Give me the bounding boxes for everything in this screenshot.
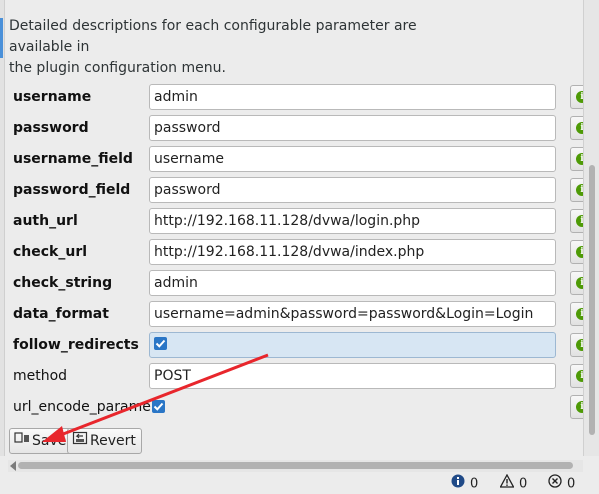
auth-url-input[interactable]: http://192.168.11.128/dvwa/login.php <box>149 208 556 234</box>
description-text: Detailed descriptions for each configura… <box>9 16 479 79</box>
param-row-password: password password i <box>0 113 594 144</box>
param-row-username: username admin i <box>0 82 594 113</box>
warning-icon <box>499 473 515 494</box>
password-field-input[interactable]: password <box>149 177 556 203</box>
param-row-url-encode: url_encode_parame i <box>0 392 594 423</box>
param-row-password-field: password_field password i <box>0 175 594 206</box>
username-field-input[interactable]: username <box>149 146 556 172</box>
check-string-input[interactable]: admin <box>149 270 556 296</box>
status-bar: 0 0 0 <box>0 473 599 494</box>
horizontal-scrollbar[interactable] <box>8 460 583 472</box>
param-row-follow-redirects: follow_redirects i <box>0 330 594 361</box>
param-label: data_format <box>13 306 109 322</box>
checkmark-icon <box>153 402 164 411</box>
param-label: check_string <box>13 275 113 291</box>
param-label: check_url <box>13 244 88 260</box>
data-format-input[interactable]: username=admin&password=password&Login=L… <box>149 301 556 327</box>
param-label: follow_redirects <box>13 337 139 353</box>
revert-icon <box>72 429 88 453</box>
description-line-1: Detailed descriptions for each configura… <box>9 18 417 55</box>
checkmark-icon <box>155 339 166 348</box>
param-label: url_encode_parame <box>13 399 151 415</box>
username-input[interactable]: admin <box>149 84 556 110</box>
warning-count: 0 <box>499 473 528 494</box>
scroll-left-arrow-icon[interactable] <box>10 461 16 471</box>
param-label: username <box>13 89 92 105</box>
method-input[interactable]: POST <box>149 363 556 389</box>
vertical-scrollbar[interactable] <box>583 0 599 456</box>
follow-redirects-checkbox[interactable] <box>154 337 167 350</box>
param-label: password_field <box>13 182 131 198</box>
param-row-method: method POST i <box>0 361 594 392</box>
param-row-check-url: check_url http://192.168.11.128/dvwa/ind… <box>0 237 594 268</box>
param-label: auth_url <box>13 213 78 229</box>
error-count: 0 <box>548 474 575 492</box>
param-label: username_field <box>13 151 133 167</box>
save-icon <box>14 429 30 453</box>
description-line-2: the plugin configuration menu. <box>9 60 226 76</box>
url-encode-checkbox[interactable] <box>152 400 165 413</box>
param-row-check-string: check_string admin i <box>0 268 594 299</box>
vertical-scrollbar-thumb[interactable] <box>589 165 595 435</box>
focus-marker <box>0 18 3 58</box>
param-label: method <box>13 368 68 384</box>
plugin-config-panel: Detailed descriptions for each configura… <box>0 0 594 456</box>
info-count-value: 0 <box>470 476 479 492</box>
param-row-auth-url: auth_url http://192.168.11.128/dvwa/logi… <box>0 206 594 237</box>
check-url-input[interactable]: http://192.168.11.128/dvwa/index.php <box>149 239 556 265</box>
warning-count-value: 0 <box>519 476 528 492</box>
error-icon <box>548 474 562 494</box>
save-button-label: Save <box>32 433 67 449</box>
save-button[interactable]: Save <box>9 428 73 454</box>
revert-button[interactable]: Revert <box>67 428 142 454</box>
param-row-username-field: username_field username i <box>0 144 594 175</box>
horizontal-scrollbar-thumb[interactable] <box>18 462 573 469</box>
param-label: password <box>13 120 89 136</box>
param-row-data-format: data_format username=admin&password=pass… <box>0 299 594 330</box>
follow-redirects-field <box>149 332 556 358</box>
info-circle-icon <box>451 474 465 494</box>
info-count: 0 <box>451 474 478 492</box>
password-input[interactable]: password <box>149 115 556 141</box>
error-count-value: 0 <box>567 476 576 492</box>
revert-button-label: Revert <box>90 433 136 449</box>
